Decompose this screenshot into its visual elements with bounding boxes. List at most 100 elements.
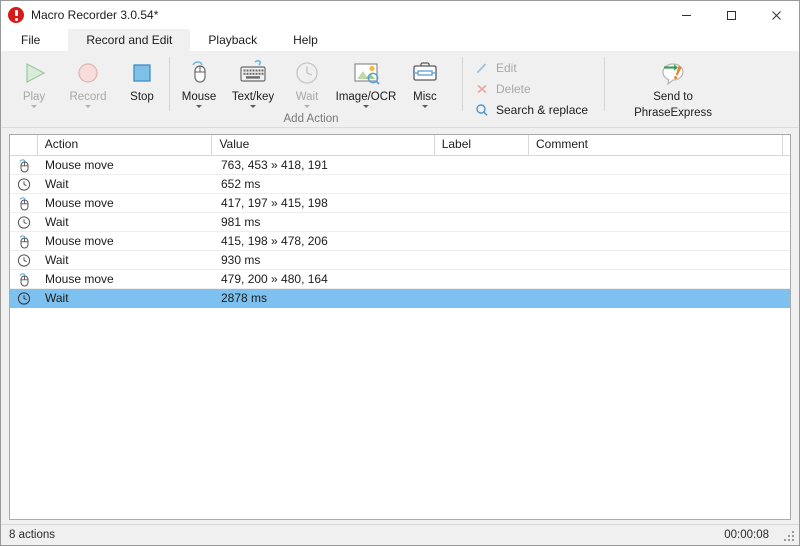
image-ocr-button[interactable]: Image/OCR bbox=[334, 55, 398, 108]
chevron-down-icon[interactable] bbox=[85, 105, 91, 108]
chevron-down-icon[interactable] bbox=[304, 105, 310, 108]
tab-help[interactable]: Help bbox=[275, 29, 336, 51]
actions-grid: Action Value Label Comment Mouse move 76… bbox=[9, 134, 791, 520]
stop-button[interactable]: Stop bbox=[115, 55, 169, 104]
row-action: Wait bbox=[38, 289, 214, 307]
column-header-label[interactable]: Label bbox=[435, 135, 529, 155]
row-action: Wait bbox=[38, 251, 214, 269]
row-value: 763, 453 » 418, 191 bbox=[214, 156, 438, 174]
actions-panel: Action Value Label Comment Mouse move 76… bbox=[1, 128, 799, 524]
search-replace-command[interactable]: Search & replace bbox=[473, 101, 596, 119]
stop-label: Stop bbox=[130, 91, 154, 104]
column-header-value[interactable]: Value bbox=[212, 135, 434, 155]
table-row[interactable]: Mouse move 479, 200 » 480, 164 bbox=[10, 270, 790, 289]
magnifier-icon bbox=[473, 103, 491, 117]
tab-record-and-edit[interactable]: Record and Edit bbox=[68, 29, 190, 51]
row-action: Mouse move bbox=[38, 232, 214, 250]
send-to-phraseexpress-button[interactable]: Send to PhraseExpress bbox=[623, 55, 723, 119]
chevron-down-icon[interactable] bbox=[250, 105, 256, 108]
play-triangle-icon bbox=[19, 58, 49, 88]
clock-icon bbox=[10, 215, 38, 230]
tab-playback[interactable]: Playback bbox=[190, 29, 275, 51]
minimize-icon[interactable] bbox=[664, 1, 709, 29]
chevron-down-icon[interactable] bbox=[422, 105, 428, 108]
text-key-label: Text/key bbox=[232, 91, 274, 104]
clock-icon bbox=[10, 177, 38, 192]
add-action-group: Mouse bbox=[170, 51, 452, 127]
action-count-status: 8 actions bbox=[9, 529, 55, 541]
grid-header-row: Action Value Label Comment bbox=[10, 135, 790, 156]
mouse-button[interactable]: Mouse bbox=[172, 55, 226, 108]
wait-label: Wait bbox=[296, 91, 319, 104]
table-row[interactable]: Mouse move 417, 197 » 415, 198 bbox=[10, 194, 790, 213]
row-action: Mouse move bbox=[38, 156, 214, 174]
resize-grip-icon[interactable] bbox=[784, 531, 795, 542]
row-action: Wait bbox=[38, 213, 214, 231]
send-to-phraseexpress-label-line1: Send to bbox=[653, 91, 693, 104]
clock-icon bbox=[10, 291, 38, 306]
mouse-label: Mouse bbox=[182, 91, 217, 104]
mouse-icon bbox=[10, 196, 38, 211]
table-row[interactable]: Wait 652 ms bbox=[10, 175, 790, 194]
status-bar: 8 actions 00:00:08 bbox=[1, 524, 799, 545]
misc-button[interactable]: Misc bbox=[398, 55, 452, 108]
keyboard-icon bbox=[235, 58, 271, 88]
mouse-icon bbox=[10, 158, 38, 173]
row-value: 652 ms bbox=[214, 175, 438, 193]
mouse-icon bbox=[184, 58, 214, 88]
ribbon-toolbar: Play Record Stop bbox=[1, 51, 799, 128]
table-row[interactable]: Wait 930 ms bbox=[10, 251, 790, 270]
grid-body: Mouse move 763, 453 » 418, 191 Wait 652 … bbox=[10, 156, 790, 519]
table-row[interactable]: Wait 981 ms bbox=[10, 213, 790, 232]
column-header-icon[interactable] bbox=[10, 135, 38, 155]
tab-file[interactable]: File bbox=[1, 29, 68, 51]
table-row[interactable]: Wait 2878 ms bbox=[10, 289, 790, 308]
delete-command[interactable]: Delete bbox=[473, 80, 596, 98]
play-label: Play bbox=[23, 91, 45, 104]
ribbon-tabs: File Record and Edit Playback Help bbox=[1, 29, 799, 51]
pencil-icon bbox=[473, 61, 491, 75]
column-header-comment[interactable]: Comment bbox=[529, 135, 783, 155]
wait-button[interactable]: Wait bbox=[280, 55, 334, 108]
row-action: Mouse move bbox=[38, 194, 214, 212]
x-delete-icon bbox=[473, 82, 491, 96]
window-controls bbox=[664, 1, 799, 29]
search-replace-label: Search & replace bbox=[496, 103, 588, 117]
clock-icon bbox=[292, 58, 322, 88]
edit-commands-group: Edit Delete Search & rep bbox=[463, 51, 596, 127]
edit-label: Edit bbox=[496, 61, 517, 75]
macro-recorder-icon bbox=[8, 7, 24, 23]
toolbox-icon bbox=[409, 58, 441, 88]
record-button[interactable]: Record bbox=[61, 55, 115, 108]
maximize-icon[interactable] bbox=[709, 1, 754, 29]
edit-command[interactable]: Edit bbox=[473, 59, 596, 77]
play-button[interactable]: Play bbox=[7, 55, 61, 108]
window-title: Macro Recorder 3.0.54* bbox=[31, 8, 158, 22]
stop-square-icon bbox=[127, 58, 157, 88]
column-header-action[interactable]: Action bbox=[38, 135, 213, 155]
speech-bubble-send-icon bbox=[656, 58, 690, 88]
main-window: Macro Recorder 3.0.54* File Record and E… bbox=[0, 0, 800, 546]
send-to-phraseexpress-label-line2: PhraseExpress bbox=[634, 107, 712, 120]
row-action: Mouse move bbox=[38, 270, 214, 288]
delete-label: Delete bbox=[496, 82, 531, 96]
text-key-button[interactable]: Text/key bbox=[226, 55, 280, 108]
row-value: 479, 200 » 480, 164 bbox=[214, 270, 438, 288]
row-value: 981 ms bbox=[214, 213, 438, 231]
column-header-filler[interactable] bbox=[783, 135, 790, 155]
close-icon[interactable] bbox=[754, 1, 799, 29]
record-label: Record bbox=[69, 91, 106, 104]
table-row[interactable]: Mouse move 415, 198 » 478, 206 bbox=[10, 232, 790, 251]
misc-label: Misc bbox=[413, 91, 437, 104]
duration-status: 00:00:08 bbox=[724, 529, 769, 541]
row-value: 930 ms bbox=[214, 251, 438, 269]
mouse-icon bbox=[10, 234, 38, 249]
row-value: 417, 197 » 415, 198 bbox=[214, 194, 438, 212]
chevron-down-icon[interactable] bbox=[31, 105, 37, 108]
record-circle-icon bbox=[73, 58, 103, 88]
table-row[interactable]: Mouse move 763, 453 » 418, 191 bbox=[10, 156, 790, 175]
row-value: 415, 198 » 478, 206 bbox=[214, 232, 438, 250]
clock-icon bbox=[10, 253, 38, 268]
chevron-down-icon[interactable] bbox=[363, 105, 369, 108]
chevron-down-icon[interactable] bbox=[196, 105, 202, 108]
